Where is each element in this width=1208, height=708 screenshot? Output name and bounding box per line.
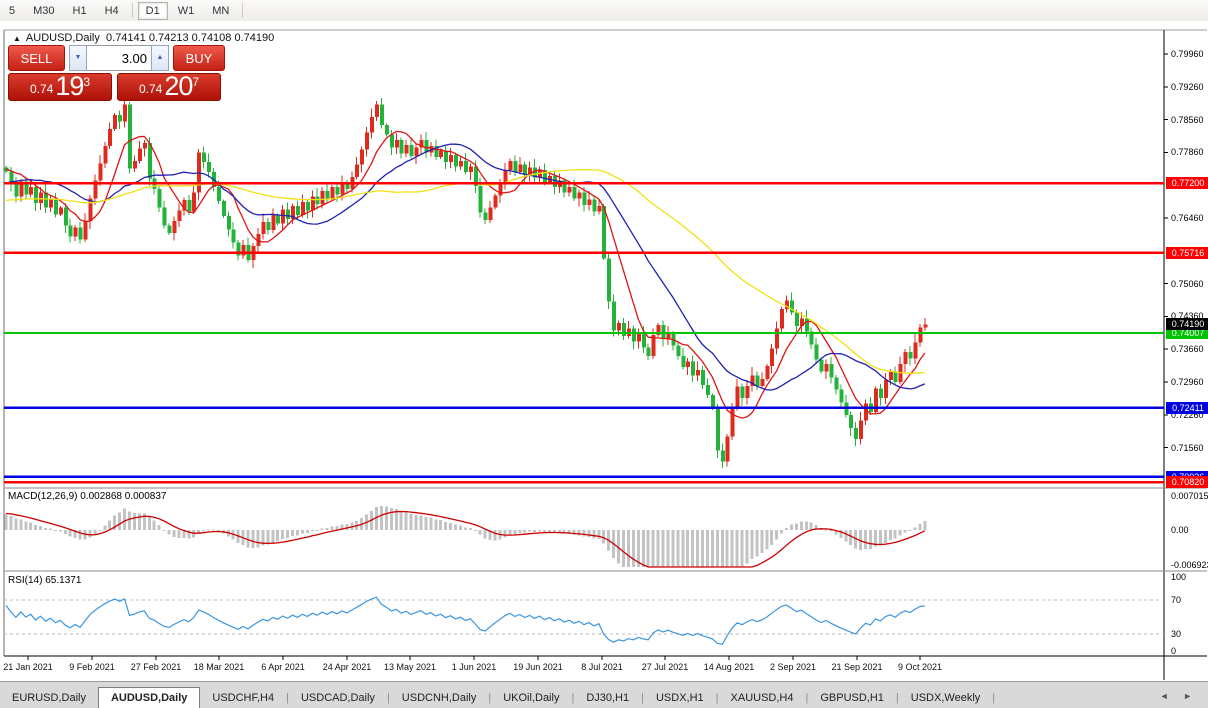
buy-button[interactable]: BUY xyxy=(173,45,225,71)
symbol-label: AUDUSD,Daily xyxy=(26,32,100,44)
current-price-label: 0.74190 xyxy=(1166,318,1208,330)
price-tick-label: 0.71560 xyxy=(1171,443,1204,453)
price-tick-label: 0.79960 xyxy=(1171,49,1204,59)
price-tick-label: 0.76460 xyxy=(1171,213,1204,223)
price-tick-label: 0.77860 xyxy=(1171,147,1204,157)
sell-price-prefix: 0.74 xyxy=(30,79,53,99)
chart-tab-xauusd-h4[interactable]: XAUUSD,H4 xyxy=(719,688,806,708)
level-price-label: 0.72411 xyxy=(1166,402,1208,414)
rsi-pane xyxy=(4,597,1164,644)
date-tick-label: 13 May 2021 xyxy=(384,662,436,672)
date-tick-label: 14 Aug 2021 xyxy=(704,662,755,672)
rsi-indicator-label: RSI(14) 65.1371 xyxy=(8,575,81,586)
mt4-window: { "toolbar": {"timeframes": ["5","M30","… xyxy=(0,0,1208,708)
level-lines-group[interactable] xyxy=(4,183,1164,482)
date-tick-label: 1 Jun 2021 xyxy=(452,662,497,672)
chart-area[interactable]: ▲ AUDUSD,Daily 0.74141 0.74213 0.74108 0.… xyxy=(0,21,1208,681)
volume-input[interactable] xyxy=(87,45,151,71)
date-tick-label: 2 Sep 2021 xyxy=(770,662,816,672)
timeframe-button-H4[interactable]: H4 xyxy=(97,2,127,20)
sell-price-box[interactable]: 0.74 19 3 xyxy=(8,73,112,101)
buy-price-big: 20 xyxy=(164,74,192,99)
indicator-axis-label: 100 xyxy=(1171,572,1186,582)
timeframe-button-H1[interactable]: H1 xyxy=(65,2,95,20)
chart-tab-usdcnh-daily[interactable]: USDCNH,Daily xyxy=(390,688,489,708)
sell-price-sup: 3 xyxy=(83,76,90,88)
macd-histogram xyxy=(5,506,927,567)
chart-frame xyxy=(4,30,1207,680)
indicator-axis-label: 70 xyxy=(1171,595,1181,605)
chart-tab-audusd-daily[interactable]: AUDUSD,Daily xyxy=(98,687,200,708)
collapse-triangle-icon[interactable]: ▲ xyxy=(13,34,21,43)
time-axis-ticks xyxy=(28,656,920,660)
volume-increase-button[interactable]: ▲ xyxy=(151,45,169,71)
chart-title-ohlc: ▲ AUDUSD,Daily 0.74141 0.74213 0.74108 0.… xyxy=(13,32,274,44)
price-tick-label: 0.75060 xyxy=(1171,279,1204,289)
chart-tab-usdcad-daily[interactable]: USDCAD,Daily xyxy=(289,688,387,708)
indicator-axis-label: -0.006923 xyxy=(1171,560,1208,570)
tab-separator: | xyxy=(992,688,995,708)
level-price-label: 0.77200 xyxy=(1166,177,1208,189)
timeframe-button-D1[interactable]: D1 xyxy=(138,2,168,20)
indicator-axis-label: 0 xyxy=(1171,646,1176,656)
buy-price-prefix: 0.74 xyxy=(139,79,162,99)
indicator-axis-label: 0.007015 xyxy=(1171,491,1208,501)
buy-price-sup: 7 xyxy=(192,76,199,88)
timeframe-toolbar: 5M30H1H4 D1W1MN xyxy=(0,0,1208,22)
chart-tab-usdx-h1[interactable]: USDX,H1 xyxy=(644,688,716,708)
ohlc-values: 0.74141 0.74213 0.74108 0.74190 xyxy=(106,32,274,44)
timeframe-button-5[interactable]: 5 xyxy=(1,2,23,20)
price-chart-canvas[interactable] xyxy=(0,21,1208,681)
tab-scroll-arrows[interactable]: ◄ ► xyxy=(1160,691,1198,701)
price-tick-label: 0.79260 xyxy=(1171,82,1204,92)
level-price-label: 0.75716 xyxy=(1166,247,1208,259)
date-tick-label: 18 Mar 2021 xyxy=(194,662,245,672)
candles-group[interactable] xyxy=(5,97,928,467)
date-tick-label: 21 Jan 2021 xyxy=(3,662,53,672)
date-tick-label: 19 Jun 2021 xyxy=(513,662,563,672)
chart-tab-eurusd-daily[interactable]: EURUSD,Daily xyxy=(0,688,98,708)
date-tick-label: 27 Feb 2021 xyxy=(131,662,182,672)
date-tick-label: 9 Oct 2021 xyxy=(898,662,942,672)
chart-tab-usdchf-h4[interactable]: USDCHF,H4 xyxy=(200,688,286,708)
sell-price-big: 19 xyxy=(55,74,83,99)
timeframe-button-M30[interactable]: M30 xyxy=(25,2,62,20)
date-tick-label: 27 Jul 2021 xyxy=(642,662,689,672)
date-tick-label: 6 Apr 2021 xyxy=(261,662,305,672)
date-tick-label: 21 Sep 2021 xyxy=(831,662,882,672)
price-tick-label: 0.78560 xyxy=(1171,115,1204,125)
chart-tab-dj30-h1[interactable]: DJ30,H1 xyxy=(574,688,641,708)
buy-price-box[interactable]: 0.74 20 7 xyxy=(117,73,221,101)
date-tick-label: 8 Jul 2021 xyxy=(581,662,623,672)
timeframe-button-W1[interactable]: W1 xyxy=(170,2,203,20)
level-price-label: 0.70820 xyxy=(1166,476,1208,488)
indicator-axis-label: 30 xyxy=(1171,629,1181,639)
one-click-trading-widget: SELL ▼ ▲ BUY 0.74 19 3 0.74 20 7 xyxy=(8,45,225,101)
price-tick-label: 0.72960 xyxy=(1171,377,1204,387)
price-tick-label: 0.73660 xyxy=(1171,344,1204,354)
chart-tab-ukoil-daily[interactable]: UKOil,Daily xyxy=(491,688,571,708)
indicator-axis-label: 0.00 xyxy=(1171,525,1189,535)
chart-tab-bar: EURUSD,DailyAUDUSD,DailyUSDCHF,H4 | USDCAD… xyxy=(0,681,1208,708)
date-tick-label: 9 Feb 2021 xyxy=(69,662,115,672)
chart-tab-gbpusd-h1[interactable]: GBPUSD,H1 xyxy=(808,688,896,708)
sell-button[interactable]: SELL xyxy=(8,45,65,71)
volume-decrease-button[interactable]: ▼ xyxy=(69,45,87,71)
timeframe-button-MN[interactable]: MN xyxy=(204,2,237,20)
date-tick-label: 24 Apr 2021 xyxy=(323,662,372,672)
chart-tab-usdx-weekly[interactable]: USDX,Weekly xyxy=(899,688,992,708)
macd-indicator-label: MACD(12,26,9) 0.002868 0.000837 xyxy=(8,491,166,502)
